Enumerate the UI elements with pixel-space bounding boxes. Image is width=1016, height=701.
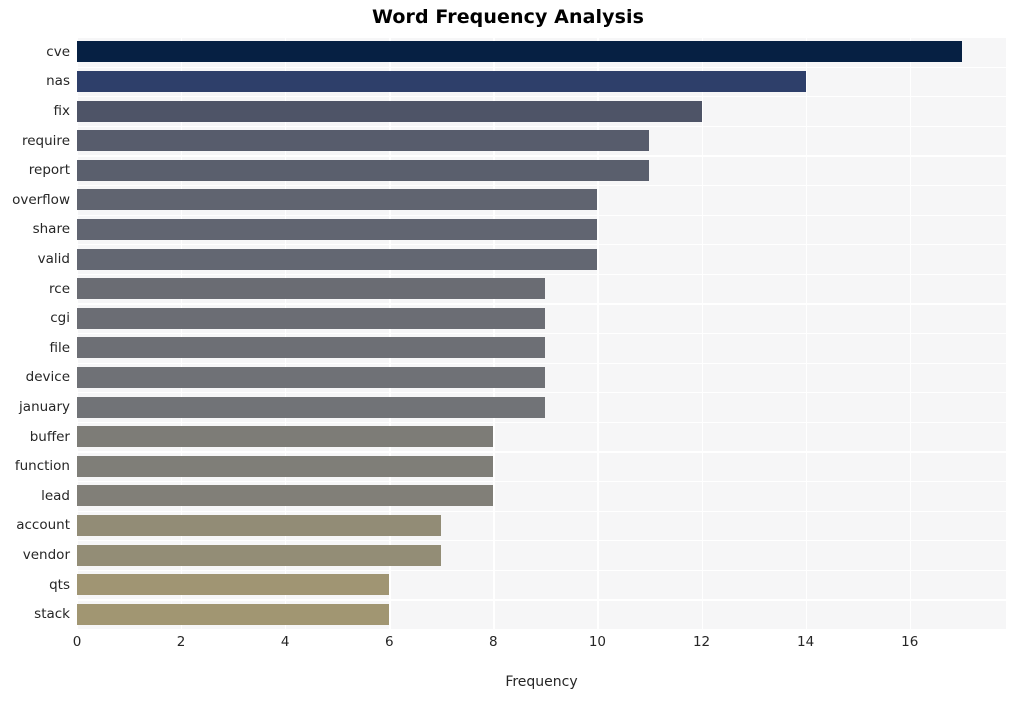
y-tick-label-report: report [28,162,70,179]
y-tick-label-vendor: vendor [22,547,70,563]
x-tick-label-10: 10 [588,634,607,650]
y-tick-label-qts: qts [49,576,70,593]
y-axis-tick-labels: cve nas fix require report overflow share valid… [0,37,70,629]
bar-rce [77,278,546,300]
y-tick-label-fix: fix [53,103,71,119]
word-frequency-bar-chart: Word Frequency Analysis cve nas fix require… [0,0,1016,701]
bar-cve [77,41,962,63]
bar-series [77,37,1006,629]
x-axis-tick-labels: 0 2 4 6 8 10 12 14 16 [73,634,1006,654]
y-tick-label-stack: stack [34,606,70,623]
bar-report [77,159,650,181]
y-tick-label-nas: nas [46,73,70,90]
y-tick-label-share: share [32,221,70,238]
chart-title: Word Frequency Analysis [371,6,645,28]
y-tick-label-rce: rce [49,280,70,297]
x-tick-label-16: 16 [901,634,919,650]
bar-file [77,337,546,359]
bar-lead [77,485,494,507]
y-tick-label-january: january [19,399,70,415]
x-tick-label-8: 8 [489,634,498,650]
y-tick-label-cve: cve [46,43,70,60]
bar-january [77,396,546,418]
x-tick-label-4: 4 [280,634,290,650]
x-tick-label-6: 6 [384,634,394,650]
y-tick-label-cgi: cgi [50,310,70,327]
bar-device [77,366,546,388]
bar-buffer [77,426,494,448]
x-tick-label-14: 14 [797,634,815,650]
x-axis-title: Frequency [505,674,578,690]
y-tick-label-valid: valid [37,251,70,267]
bar-qts [77,574,390,596]
y-tick-label-overflow: overflow [12,191,70,208]
bar-stack [77,603,390,625]
bar-overflow [77,189,598,211]
plot-area [77,37,1006,629]
bar-valid [77,248,598,270]
bar-vendor [77,544,442,566]
x-tick-label-0: 0 [72,634,82,650]
x-tick-label-2: 2 [176,634,186,650]
bar-nas [77,70,806,92]
y-tick-label-account: account [16,517,70,534]
y-tick-label-buffer: buffer [29,428,70,445]
y-tick-label-device: device [25,369,70,386]
bar-cgi [77,307,546,329]
x-tick-label-12: 12 [692,634,711,650]
y-tick-label-file: file [49,339,70,356]
y-tick-label-require: require [22,132,70,149]
bar-fix [77,100,702,122]
bar-require [77,130,650,152]
bar-account [77,514,442,536]
bar-function [77,455,494,477]
bar-share [77,218,598,240]
y-tick-label-lead: lead [41,487,70,504]
y-tick-label-function: function [14,458,70,475]
